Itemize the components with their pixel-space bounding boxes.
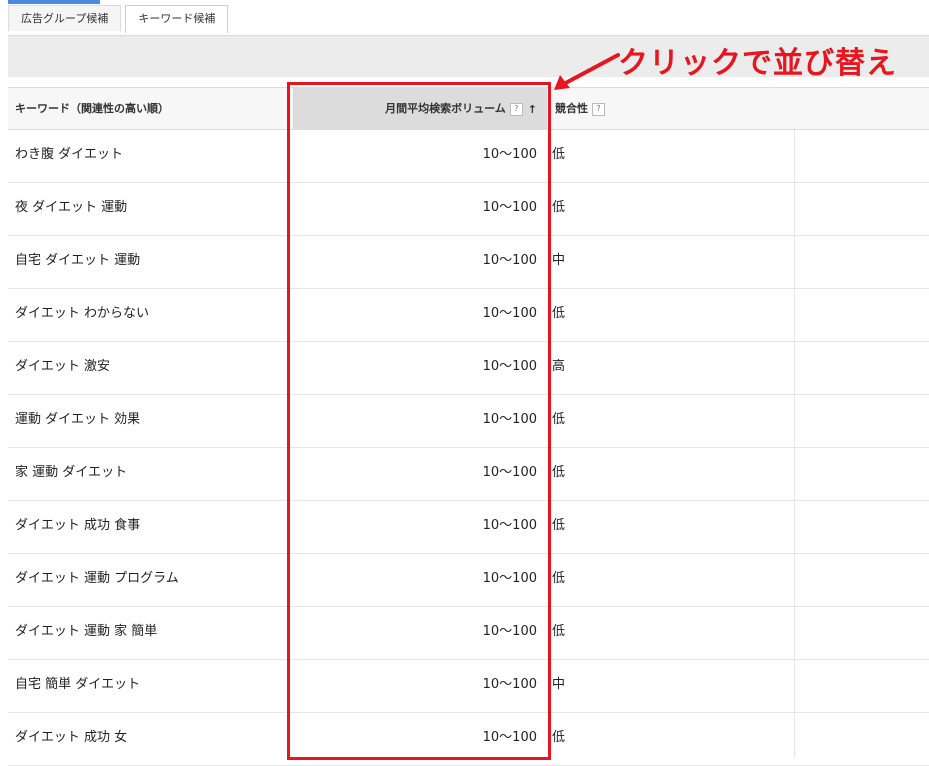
competition-cell: 中 <box>552 253 566 268</box>
table-row: ダイエット わからない 10～100 低 <box>8 289 929 342</box>
competition-cell: 低 <box>552 412 566 427</box>
help-icon[interactable]: ? <box>509 102 523 116</box>
help-icon[interactable]: ? <box>592 102 605 116</box>
table-header: キーワード（関連性の高い順） 月間平均検索ボリューム? ↑ 競合性? <box>8 87 929 130</box>
tab-keyword-ideas[interactable]: キーワード候補 <box>125 5 229 33</box>
table-body: わき腹 ダイエット 10～100 低夜 ダイエット 運動 10～100 低自宅 ダイエッ… <box>8 130 929 766</box>
keyword-cell[interactable]: 自宅 簡単 ダイエット <box>15 660 140 712</box>
header-avg-monthly-searches[interactable]: 月間平均検索ボリューム? ↑ <box>293 88 547 129</box>
volume-cell: 10～100 <box>482 730 537 745</box>
competition-cell: 低 <box>552 306 566 321</box>
header-volume-label: 月間平均検索ボリューム <box>385 102 506 115</box>
keyword-cell[interactable]: わき腹 ダイエット <box>15 130 123 182</box>
keyword-cell[interactable]: 夜 ダイエット 運動 <box>15 183 127 235</box>
keyword-cell[interactable]: ダイエット 成功 食事 <box>15 501 140 553</box>
sort-ascending-icon[interactable]: ↑ <box>528 89 537 130</box>
table-row: 家 運動 ダイエット 10～100 低 <box>8 448 929 501</box>
header-competition-label: 競合性 <box>555 102 588 115</box>
table-row: ダイエット 成功 女 10～100 低 <box>8 713 929 766</box>
volume-cell: 10～100 <box>482 200 537 215</box>
table-row: ダイエット 運動 プログラム 10～100 低 <box>8 554 929 607</box>
keyword-cell[interactable]: ダイエット 運動 プログラム <box>15 554 179 606</box>
volume-cell: 10～100 <box>482 306 537 321</box>
competition-cell: 低 <box>552 571 566 586</box>
table-row: ダイエット 激安 10～100 高 <box>8 342 929 395</box>
table-row: 夜 ダイエット 運動 10～100 低 <box>8 183 929 236</box>
keyword-ideas-table: キーワード（関連性の高い順） 月間平均検索ボリューム? ↑ 競合性? わき腹 ダイ… <box>8 87 929 766</box>
table-row: ダイエット 運動 家 簡単 10～100 低 <box>8 607 929 660</box>
volume-cell: 10～100 <box>482 359 537 374</box>
header-keyword-label: キーワード（関連性の高い順） <box>15 102 169 115</box>
volume-cell: 10～100 <box>482 677 537 692</box>
red-arrow-icon <box>554 53 620 90</box>
competition-cell: 低 <box>552 730 566 745</box>
keyword-cell[interactable]: ダイエット 激安 <box>15 342 110 394</box>
competition-cell: 低 <box>552 518 566 533</box>
volume-cell: 10～100 <box>482 624 537 639</box>
tab-ad-group-ideas[interactable]: 広告グループ候補 <box>8 5 122 31</box>
volume-cell: 10～100 <box>482 147 537 162</box>
active-tab-indicator <box>8 0 100 4</box>
table-row: 自宅 ダイエット 運動 10～100 中 <box>8 236 929 289</box>
volume-cell: 10～100 <box>482 571 537 586</box>
header-keyword[interactable]: キーワード（関連性の高い順） <box>15 88 169 129</box>
competition-cell: 中 <box>552 677 566 692</box>
table-row: ダイエット 成功 食事 10～100 低 <box>8 501 929 554</box>
table-row: わき腹 ダイエット 10～100 低 <box>8 130 929 183</box>
keyword-cell[interactable]: 運動 ダイエット 効果 <box>15 395 140 447</box>
keyword-cell[interactable]: 家 運動 ダイエット <box>15 448 127 500</box>
table-row: 運動 ダイエット 効果 10～100 低 <box>8 395 929 448</box>
keyword-cell[interactable]: 自宅 ダイエット 運動 <box>15 236 140 288</box>
competition-cell: 低 <box>552 624 566 639</box>
volume-cell: 10～100 <box>482 412 537 427</box>
volume-cell: 10～100 <box>482 253 537 268</box>
sort-annotation: クリックで並び替え <box>618 46 897 81</box>
volume-cell: 10～100 <box>482 518 537 533</box>
volume-cell: 10～100 <box>482 465 537 480</box>
competition-cell: 低 <box>552 147 566 162</box>
table-row: 自宅 簡単 ダイエット 10～100 中 <box>8 660 929 713</box>
keyword-cell[interactable]: ダイエット 成功 女 <box>15 713 127 765</box>
keyword-cell[interactable]: ダイエット わからない <box>15 289 149 341</box>
competition-cell: 低 <box>552 465 566 480</box>
tab-bar: 広告グループ候補 キーワード候補 <box>8 5 232 33</box>
competition-cell: 低 <box>552 200 566 215</box>
keyword-cell[interactable]: ダイエット 運動 家 簡単 <box>15 607 157 659</box>
competition-cell: 高 <box>552 359 566 374</box>
